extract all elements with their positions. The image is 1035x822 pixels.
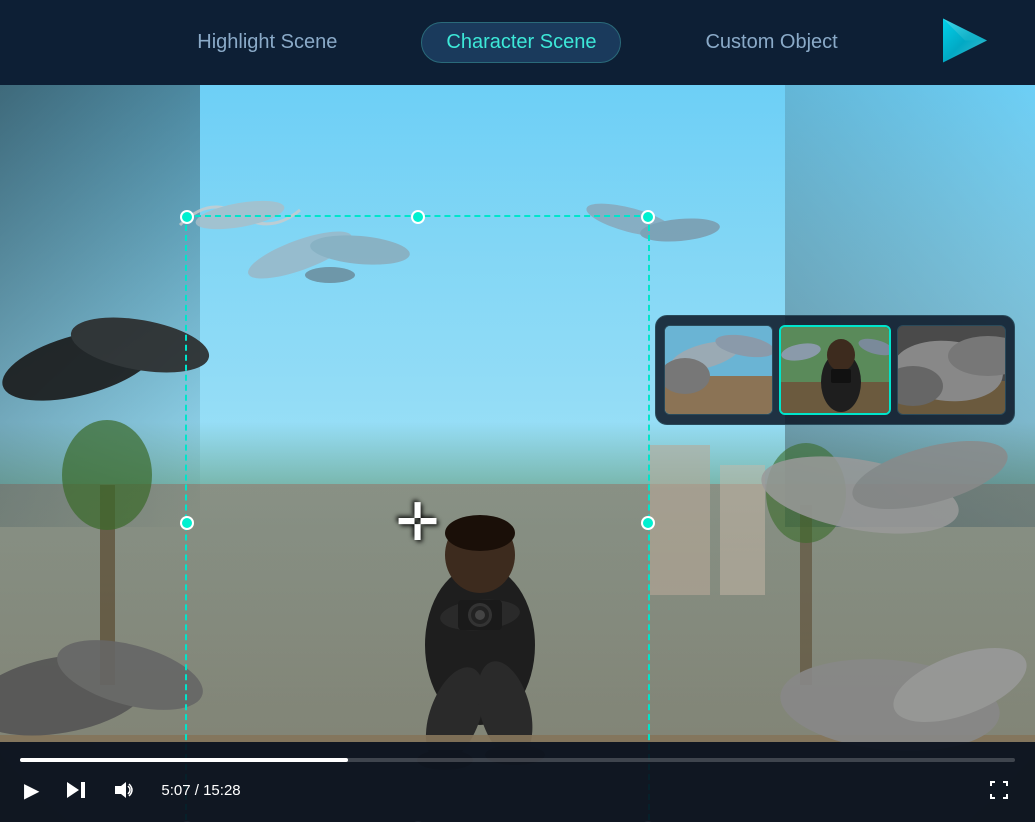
tab-character-scene[interactable]: Character Scene <box>421 22 621 63</box>
controls-bar: ▶ 5:07 / 15:28 <box>0 742 1035 822</box>
tab-custom-object[interactable]: Custom Object <box>681 23 861 62</box>
app-logo <box>935 10 995 75</box>
tab-highlight-scene[interactable]: Highlight Scene <box>173 23 361 62</box>
thumbnail-strip <box>655 315 1015 425</box>
thumbnail-1[interactable] <box>664 325 773 415</box>
progress-fill <box>20 758 348 762</box>
video-container: ✛ <box>0 85 1035 822</box>
video-background <box>0 85 1035 822</box>
play-button[interactable]: ▶ <box>20 774 43 807</box>
controls-row: ▶ 5:07 / 15:28 <box>20 774 1015 807</box>
thumbnail-3[interactable] <box>897 325 1006 415</box>
time-display: 5:07 / 15:28 <box>161 782 240 799</box>
skip-button[interactable] <box>61 775 91 805</box>
progress-bar[interactable] <box>20 758 1015 762</box>
thumbnail-2[interactable] <box>779 325 890 415</box>
fullscreen-button[interactable] <box>983 774 1015 806</box>
tab-bar: Highlight Scene Character Scene Custom O… <box>0 0 1035 85</box>
volume-button[interactable] <box>109 775 139 805</box>
